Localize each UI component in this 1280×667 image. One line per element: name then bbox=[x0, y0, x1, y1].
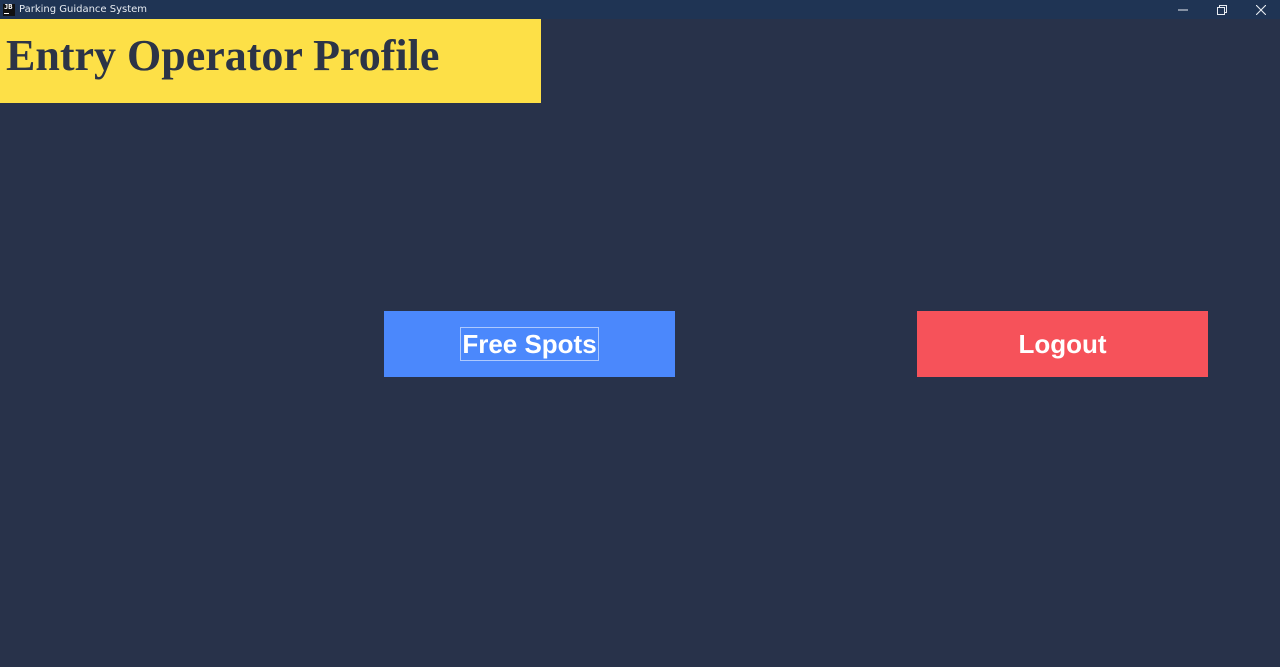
window-titlebar: JB Parking Guidance System bbox=[0, 0, 1280, 19]
page-title: Entry Operator Profile bbox=[6, 31, 440, 80]
close-button[interactable] bbox=[1241, 0, 1280, 19]
logout-label: Logout bbox=[1018, 328, 1107, 359]
minimize-icon bbox=[1177, 9, 1188, 10]
window-controls bbox=[1163, 0, 1280, 19]
logout-button[interactable]: Logout bbox=[917, 311, 1208, 377]
minimize-button[interactable] bbox=[1163, 0, 1202, 19]
close-icon bbox=[1255, 4, 1266, 15]
free-spots-label: Free Spots bbox=[460, 327, 599, 361]
header-banner: Entry Operator Profile bbox=[0, 19, 541, 103]
free-spots-button[interactable]: Free Spots bbox=[384, 311, 675, 377]
app-icon: JB bbox=[3, 3, 15, 16]
restore-button[interactable] bbox=[1202, 0, 1241, 19]
restore-icon bbox=[1216, 4, 1227, 15]
window-title: Parking Guidance System bbox=[19, 4, 148, 15]
